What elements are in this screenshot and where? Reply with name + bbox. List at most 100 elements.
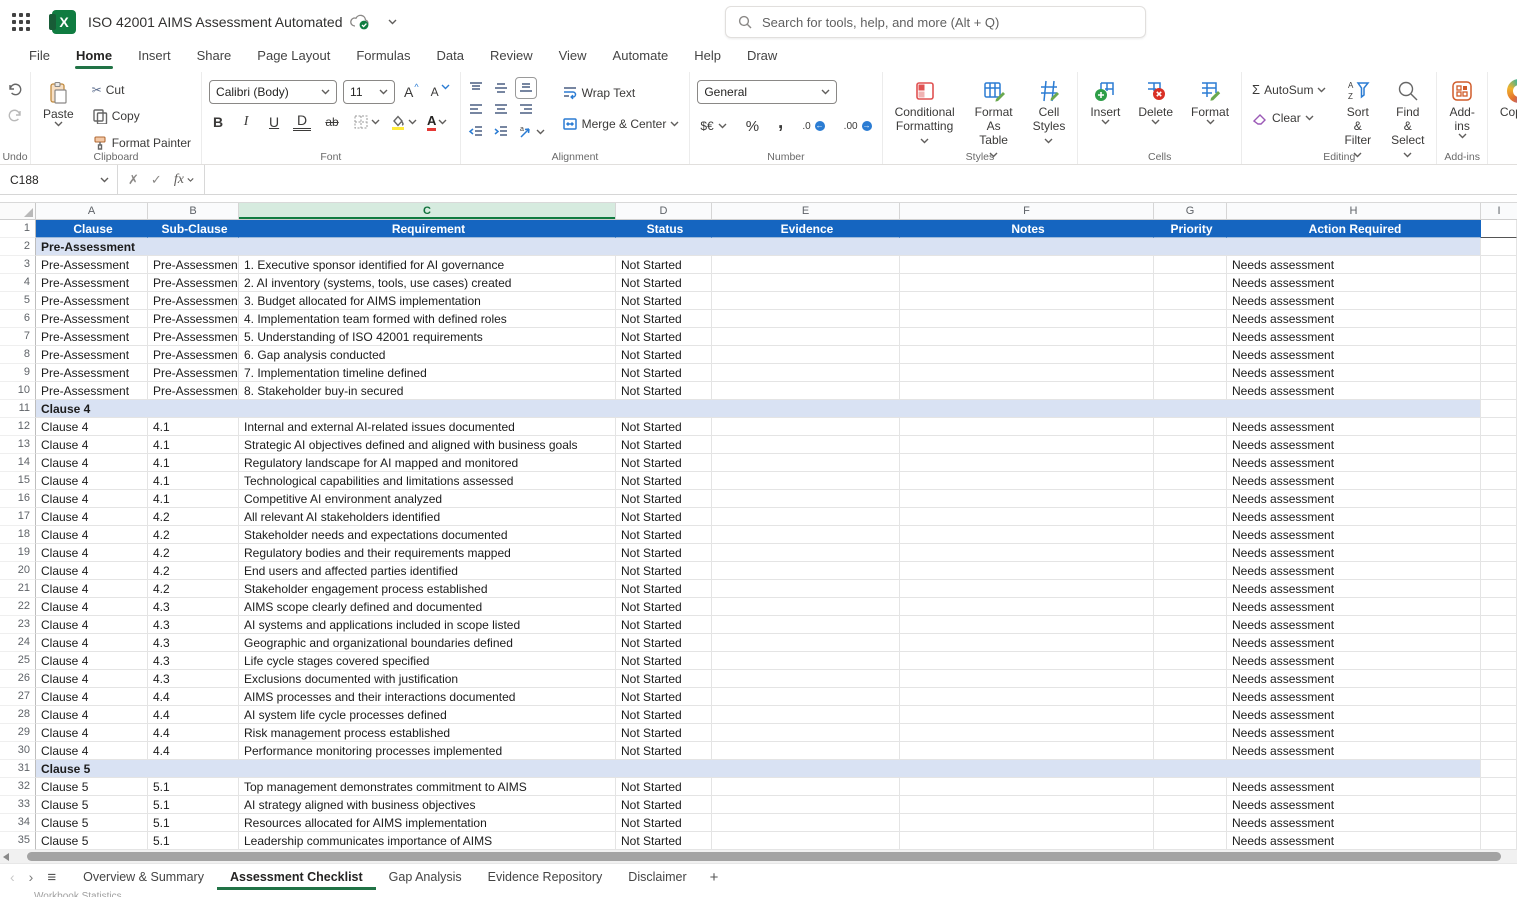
- cell-evidence-27[interactable]: [712, 688, 900, 706]
- cell-notes-27[interactable]: [900, 688, 1154, 706]
- row-header-30[interactable]: 30: [0, 742, 36, 760]
- cell-action-3[interactable]: Needs assessment: [1227, 256, 1481, 274]
- cell-priority-33[interactable]: [1154, 796, 1227, 814]
- cell-evidence-10[interactable]: [712, 382, 900, 400]
- cell-priority-12[interactable]: [1154, 418, 1227, 436]
- cell-status-32[interactable]: Not Started: [616, 778, 712, 796]
- cell-notes-15[interactable]: [900, 472, 1154, 490]
- cell-clause-3[interactable]: Pre-Assessment: [36, 256, 148, 274]
- cell-status-8[interactable]: Not Started: [616, 346, 712, 364]
- sheet-tab-disclaimer[interactable]: Disclaimer: [615, 864, 699, 890]
- cell-clause-18[interactable]: Clause 4: [36, 526, 148, 544]
- undo-icon[interactable]: [7, 81, 23, 97]
- cell-status-28[interactable]: Not Started: [616, 706, 712, 724]
- column-header-G[interactable]: G: [1154, 203, 1227, 219]
- cell-priority-29[interactable]: [1154, 724, 1227, 742]
- cell-priority-10[interactable]: [1154, 382, 1227, 400]
- increase-indent-icon[interactable]: [493, 124, 509, 140]
- cell-clause-30[interactable]: Clause 4: [36, 742, 148, 760]
- cell-I33[interactable]: [1481, 796, 1517, 814]
- cell-action-9[interactable]: Needs assessment: [1227, 364, 1481, 382]
- cell-notes-28[interactable]: [900, 706, 1154, 724]
- cell-I35[interactable]: [1481, 832, 1517, 850]
- cell-action-24[interactable]: Needs assessment: [1227, 634, 1481, 652]
- cell-notes-6[interactable]: [900, 310, 1154, 328]
- cell-notes-30[interactable]: [900, 742, 1154, 760]
- cell-I34[interactable]: [1481, 814, 1517, 832]
- cell-status-30[interactable]: Not Started: [616, 742, 712, 760]
- cloud-saved-icon[interactable]: [350, 14, 370, 30]
- cell-I27[interactable]: [1481, 688, 1517, 706]
- cell-status-23[interactable]: Not Started: [616, 616, 712, 634]
- cell-priority-7[interactable]: [1154, 328, 1227, 346]
- sheet-list-menu-icon[interactable]: ≡: [47, 869, 56, 886]
- cell-evidence-19[interactable]: [712, 544, 900, 562]
- cell-requirement-35[interactable]: Leadership communicates importance of AI…: [239, 832, 616, 850]
- cell-status-35[interactable]: Not Started: [616, 832, 712, 850]
- cell-clause-7[interactable]: Pre-Assessment: [36, 328, 148, 346]
- cell-requirement-25[interactable]: Life cycle stages covered specified: [239, 652, 616, 670]
- column-title-priority[interactable]: Priority: [1154, 220, 1227, 238]
- cell-evidence-18[interactable]: [712, 526, 900, 544]
- cell-requirement-8[interactable]: 6. Gap analysis conducted: [239, 346, 616, 364]
- align-middle-icon[interactable]: [493, 80, 509, 96]
- cell-priority-3[interactable]: [1154, 256, 1227, 274]
- cell-I15[interactable]: [1481, 472, 1517, 490]
- cell-notes-7[interactable]: [900, 328, 1154, 346]
- column-header-C[interactable]: C: [239, 203, 616, 219]
- cell-subclause-26[interactable]: 4.3: [148, 670, 239, 688]
- cell-status-10[interactable]: Not Started: [616, 382, 712, 400]
- cell-evidence-25[interactable]: [712, 652, 900, 670]
- cell-notes-24[interactable]: [900, 634, 1154, 652]
- cell-status-27[interactable]: Not Started: [616, 688, 712, 706]
- number-format-select[interactable]: General: [697, 80, 837, 104]
- row-header-29[interactable]: 29: [0, 724, 36, 742]
- cell-action-22[interactable]: Needs assessment: [1227, 598, 1481, 616]
- cell-evidence-13[interactable]: [712, 436, 900, 454]
- section-row-clause-4[interactable]: Clause 4: [36, 400, 1481, 418]
- cell-subclause-35[interactable]: 5.1: [148, 832, 239, 850]
- cell-priority-23[interactable]: [1154, 616, 1227, 634]
- cell-priority-32[interactable]: [1154, 778, 1227, 796]
- cell-I17[interactable]: [1481, 508, 1517, 526]
- ribbon-tab-formulas[interactable]: Formulas: [343, 44, 423, 69]
- cell-notes-8[interactable]: [900, 346, 1154, 364]
- cell-notes-29[interactable]: [900, 724, 1154, 742]
- cell-action-25[interactable]: Needs assessment: [1227, 652, 1481, 670]
- cell-notes-33[interactable]: [900, 796, 1154, 814]
- row-header-26[interactable]: 26: [0, 670, 36, 688]
- cell-status-17[interactable]: Not Started: [616, 508, 712, 526]
- cell-subclause-14[interactable]: 4.1: [148, 454, 239, 472]
- cell-priority-9[interactable]: [1154, 364, 1227, 382]
- cell-requirement-29[interactable]: Risk management process established: [239, 724, 616, 742]
- cell-priority-21[interactable]: [1154, 580, 1227, 598]
- cell-priority-13[interactable]: [1154, 436, 1227, 454]
- cell-notes-23[interactable]: [900, 616, 1154, 634]
- row-header-14[interactable]: 14: [0, 454, 36, 472]
- section-row-clause-5[interactable]: Clause 5: [36, 760, 1481, 778]
- cell-I8[interactable]: [1481, 346, 1517, 364]
- cell-priority-24[interactable]: [1154, 634, 1227, 652]
- ribbon-tab-data[interactable]: Data: [424, 44, 477, 69]
- row-header-10[interactable]: 10: [0, 382, 36, 400]
- cell-action-34[interactable]: Needs assessment: [1227, 814, 1481, 832]
- format-cells-button[interactable]: Format: [1186, 78, 1234, 126]
- title-dropdown-chevron-icon[interactable]: [388, 19, 397, 25]
- sheet-tab-gap-analysis[interactable]: Gap Analysis: [376, 864, 475, 890]
- cell-clause-4[interactable]: Pre-Assessment: [36, 274, 148, 292]
- decrease-indent-icon[interactable]: [468, 124, 484, 140]
- cell-I24[interactable]: [1481, 634, 1517, 652]
- cell-evidence-29[interactable]: [712, 724, 900, 742]
- strikethrough-button[interactable]: ab: [321, 115, 343, 129]
- cell-requirement-18[interactable]: Stakeholder needs and expectations docum…: [239, 526, 616, 544]
- ribbon-tab-share[interactable]: Share: [184, 44, 245, 69]
- cell-evidence-8[interactable]: [712, 346, 900, 364]
- column-title-sub_clause[interactable]: Sub-Clause: [148, 220, 239, 238]
- add-sheet-button[interactable]: +: [700, 864, 729, 890]
- cell-status-20[interactable]: Not Started: [616, 562, 712, 580]
- cell-action-21[interactable]: Needs assessment: [1227, 580, 1481, 598]
- cell-I23[interactable]: [1481, 616, 1517, 634]
- cell-subclause-16[interactable]: 4.1: [148, 490, 239, 508]
- font-color-button[interactable]: A: [427, 114, 447, 131]
- cell-status-25[interactable]: Not Started: [616, 652, 712, 670]
